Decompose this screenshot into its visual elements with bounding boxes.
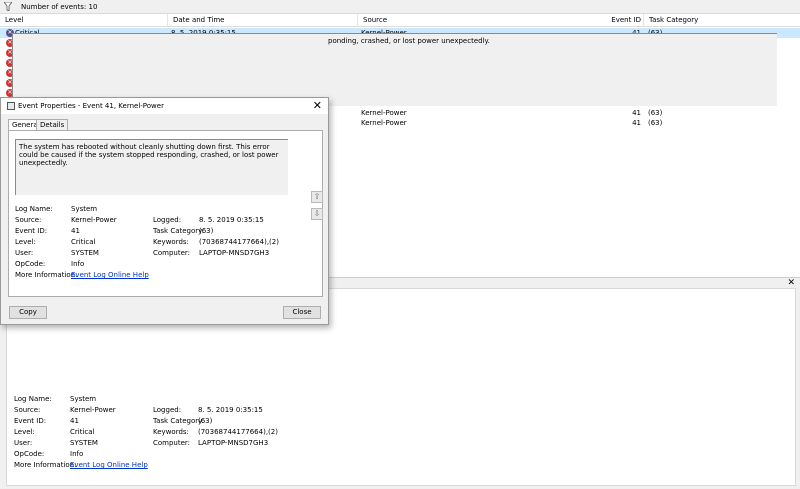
event-viewer-icon	[7, 102, 15, 110]
tab-details[interactable]: Details	[36, 119, 69, 130]
events-toolbar: Number of events: 10	[0, 0, 800, 14]
log-name-value: System	[70, 395, 97, 403]
dlg-opcode-value: Info	[71, 260, 85, 268]
user-value: SYSTEM	[70, 439, 98, 447]
next-event-button[interactable]: ⇩	[311, 208, 323, 220]
opcode-label: OpCode:	[14, 450, 45, 458]
general-tab-panel: The system has rebooted without cleanly …	[8, 130, 323, 297]
computer-label: Computer:	[153, 439, 191, 447]
source-value: Kernel-Power	[70, 406, 116, 414]
dlg-source-value: Kernel-Power	[71, 216, 117, 224]
log-name-label: Log Name:	[14, 395, 52, 403]
close-pane-icon[interactable]: ✕	[787, 278, 795, 288]
dialog-title: Event Properties - Event 41, Kernel-Powe…	[18, 102, 164, 110]
opcode-value: Info	[70, 450, 84, 458]
filter-icon[interactable]	[4, 2, 12, 11]
cell-task-category: (63)	[648, 119, 663, 127]
column-event-id[interactable]: Event ID	[570, 14, 643, 27]
logged-label: Logged:	[153, 406, 182, 414]
detail-pane-description-text: ponding, crashed, or lost power unexpect…	[328, 37, 490, 45]
event-description: The system has rebooted without cleanly …	[15, 139, 288, 195]
more-information-label: More Information:	[14, 461, 77, 469]
dlg-event-id-label: Event ID:	[15, 227, 48, 235]
cell-event-id: 41	[632, 109, 641, 117]
level-label: Level:	[14, 428, 35, 436]
dlg-task-category-value: (63)	[199, 227, 214, 235]
dlg-level-value: Critical	[71, 238, 96, 246]
dlg-event-id-value: 41	[71, 227, 80, 235]
close-button[interactable]: Close	[283, 306, 321, 319]
event-log-online-help-link[interactable]: Event Log Online Help	[70, 461, 148, 469]
dlg-user-label: User:	[15, 249, 34, 257]
cell-source: Kernel-Power	[361, 109, 407, 117]
dlg-log-name-value: System	[71, 205, 98, 213]
dlg-logged-label: Logged:	[153, 216, 182, 224]
dlg-logged-value: 8. 5. 2019 0:35:15	[199, 216, 264, 224]
computer-value: LAPTOP-MNSD7GH3	[198, 439, 269, 447]
level-value: Critical	[70, 428, 95, 436]
arrow-down-icon: ⇩	[313, 209, 321, 218]
cell-task-category: (63)	[648, 109, 663, 117]
copy-button[interactable]: Copy	[9, 306, 47, 319]
task-category-label: Task Category:	[153, 417, 205, 425]
user-label: User:	[14, 439, 33, 447]
cell-event-id: 41	[632, 119, 641, 127]
dlg-computer-label: Computer:	[153, 249, 191, 257]
dlg-log-name-label: Log Name:	[15, 205, 53, 213]
column-level[interactable]: Level	[0, 14, 168, 27]
dlg-more-information-label: More Information:	[15, 271, 78, 279]
close-icon[interactable]: ✕	[313, 99, 322, 112]
dlg-level-label: Level:	[15, 238, 36, 246]
detail-pane-description: ponding, crashed, or lost power unexpect…	[12, 33, 777, 106]
keywords-label: Keywords:	[153, 428, 189, 436]
column-task-category[interactable]: Task Category	[643, 14, 800, 27]
dlg-event-log-online-help-link[interactable]: Event Log Online Help	[71, 271, 149, 279]
events-grid-header: Level Date and Time Source Event ID Task…	[0, 14, 800, 27]
dlg-task-category-label: Task Category:	[153, 227, 205, 235]
dlg-keywords-label: Keywords:	[153, 238, 189, 246]
dlg-user-value: SYSTEM	[71, 249, 99, 257]
keywords-value: (70368744177664),(2)	[198, 428, 278, 436]
dlg-keywords-value: (70368744177664),(2)	[199, 238, 279, 246]
logged-value: 8. 5. 2019 0:35:15	[198, 406, 263, 414]
cell-source: Kernel-Power	[361, 119, 407, 127]
arrow-up-icon: ⇧	[313, 192, 321, 201]
event-id-label: Event ID:	[14, 417, 47, 425]
event-id-value: 41	[70, 417, 79, 425]
dlg-opcode-label: OpCode:	[15, 260, 46, 268]
column-date-time[interactable]: Date and Time	[167, 14, 357, 27]
dlg-computer-value: LAPTOP-MNSD7GH3	[199, 249, 270, 257]
task-category-value: (63)	[198, 417, 213, 425]
dlg-source-label: Source:	[15, 216, 42, 224]
source-label: Source:	[14, 406, 41, 414]
event-count: Number of events: 10	[21, 3, 98, 11]
previous-event-button[interactable]: ⇧	[311, 191, 323, 203]
dialog-title-bar[interactable]: Event Properties - Event 41, Kernel-Powe…	[1, 98, 328, 114]
event-properties-dialog: Event Properties - Event 41, Kernel-Powe…	[0, 97, 329, 325]
